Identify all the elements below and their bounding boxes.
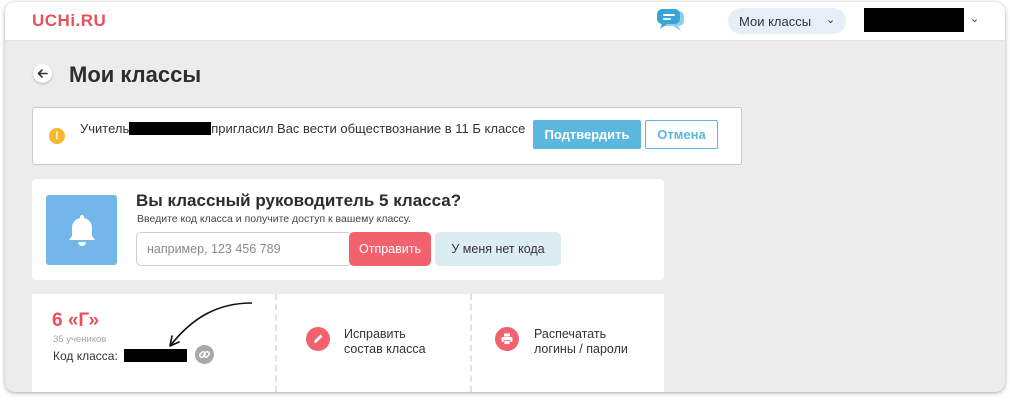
chat-icon[interactable] (656, 8, 686, 34)
invitation-text: Учитель пригласил Вас вести обществознани… (80, 122, 530, 136)
pencil-icon (306, 327, 330, 351)
annotation-arrow (169, 302, 253, 347)
cancel-button[interactable]: Отмена (645, 120, 718, 149)
uchi-logo[interactable]: UCHi.RU (32, 11, 106, 31)
homeroom-title: Вы классный руководитель 5 класса? (136, 191, 462, 210)
print-logins-button[interactable]: Распечатать логины / пароли (477, 294, 664, 392)
warning-icon: ! (49, 128, 65, 144)
divider (470, 294, 472, 392)
class-card: 6 «Г» 35 учеников Код класса: Исправить (32, 294, 664, 392)
chevron-down-icon[interactable]: ⌄ (970, 12, 979, 25)
user-name-redacted[interactable] (864, 8, 964, 32)
confirm-button[interactable]: Подтвердить (533, 120, 641, 149)
page-title: Мои классы (69, 62, 202, 87)
print-logins-line2: логины / пароли (534, 342, 628, 356)
invitation-text-start: Учитель (80, 121, 130, 136)
print-logins-line1: Распечатать (534, 327, 607, 341)
send-button[interactable]: Отправить (349, 232, 431, 266)
print-logins-label: Распечатать логины / пароли (534, 327, 644, 357)
edit-class-line1: Исправить (344, 327, 406, 341)
divider (275, 294, 277, 392)
homeroom-subtitle: Введите код класса и получите доступ к в… (137, 213, 411, 225)
edit-class-label: Исправить состав класса (344, 327, 454, 357)
edit-class-button[interactable]: Исправить состав класса (282, 294, 468, 392)
app-window: UCHi.RU Мои классы ⌄ ⌄ Мои классы ! Учит… (5, 2, 1005, 392)
edit-class-line2: состав класса (344, 342, 426, 356)
chevron-down-icon: ⌄ (826, 14, 836, 26)
classes-dropdown[interactable]: Мои классы ⌄ (728, 8, 846, 34)
classes-dropdown-label: Мои классы (739, 14, 812, 29)
homeroom-card: Вы классный руководитель 5 класса? Введи… (32, 179, 664, 280)
no-code-button[interactable]: У меня нет кода (435, 232, 561, 266)
printer-icon (495, 327, 519, 351)
back-arrow-icon[interactable] (33, 64, 52, 83)
student-count: 35 учеников (53, 334, 107, 345)
class-code-label: Код класса: (53, 349, 118, 363)
teacher-name-redacted (129, 122, 212, 135)
top-navbar: UCHi.RU Мои классы ⌄ ⌄ (5, 2, 1005, 41)
class-code-input[interactable] (136, 232, 352, 266)
class-name[interactable]: 6 «Г» (52, 310, 99, 332)
invitation-text-end: пригласил Вас вести обществознание в 11 … (211, 121, 526, 136)
invitation-banner: ! Учитель пригласил Вас вести обществозна… (32, 107, 742, 165)
bell-icon (46, 195, 117, 265)
